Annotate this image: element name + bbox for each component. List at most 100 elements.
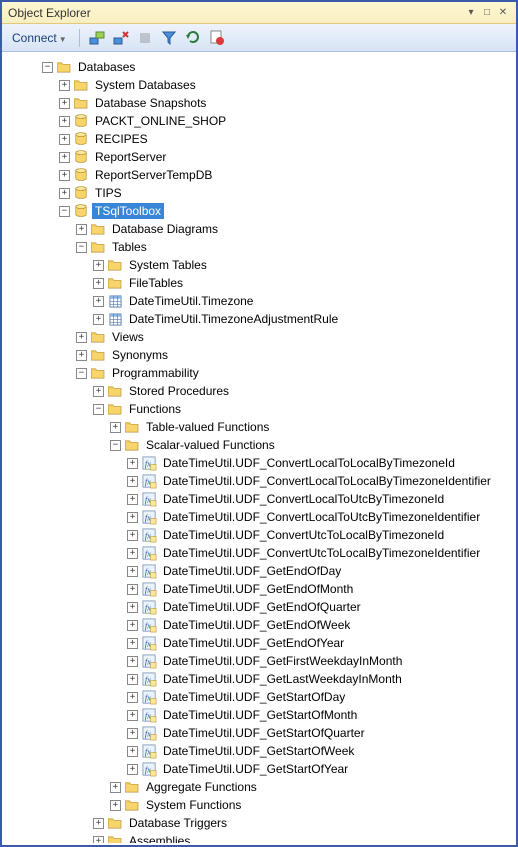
tree-node-tvf[interactable]: + Table-valued Functions <box>4 418 514 436</box>
maximize-icon[interactable]: □ <box>480 6 494 20</box>
tree-node-f8[interactable]: + DateTimeUtil.UDF_GetEndOfMonth <box>4 580 514 598</box>
tree-node-systables[interactable]: +System Tables <box>4 256 514 274</box>
tree-node-label[interactable]: DateTimeUtil.UDF_ConvertLocalToUtcByTime… <box>160 491 447 507</box>
tree-node-rstemp[interactable]: +ReportServerTempDB <box>4 166 514 184</box>
expand-icon[interactable]: + <box>93 314 104 325</box>
expand-icon[interactable]: + <box>76 224 87 235</box>
expand-icon[interactable]: + <box>127 638 138 649</box>
tree-node-label[interactable]: DateTimeUtil.UDF_ConvertLocalToUtcByTime… <box>160 509 483 525</box>
tree-node-snaps[interactable]: + Database Snapshots <box>4 94 514 112</box>
tree-node-label[interactable]: DateTimeUtil.UDF_GetEndOfMonth <box>160 581 356 597</box>
tree-node-label[interactable]: DateTimeUtil.UDF_GetStartOfWeek <box>160 743 357 759</box>
expand-icon[interactable]: + <box>127 746 138 757</box>
tree-node-f7[interactable]: + DateTimeUtil.UDF_GetEndOfDay <box>4 562 514 580</box>
tree-node-fn[interactable]: − Functions <box>4 400 514 418</box>
expand-icon[interactable]: + <box>127 512 138 523</box>
tree-node-label[interactable]: ReportServerTempDB <box>92 167 215 183</box>
tree-node-label[interactable]: DateTimeUtil.UDF_GetStartOfMonth <box>160 707 360 723</box>
expand-icon[interactable]: + <box>93 836 104 844</box>
expand-icon[interactable]: + <box>127 728 138 739</box>
expand-icon[interactable]: + <box>127 620 138 631</box>
tree-node-f12[interactable]: + DateTimeUtil.UDF_GetFirstWeekdayInMonth <box>4 652 514 670</box>
tree-node-diag[interactable]: + Database Diagrams <box>4 220 514 238</box>
expand-icon[interactable]: + <box>93 818 104 829</box>
tree-node-label[interactable]: Assemblies <box>126 833 193 843</box>
tree-node-f13[interactable]: +DateTimeUtil.UDF_GetLastWeekdayInMonth <box>4 670 514 688</box>
tree-node-rs[interactable]: + ReportServer <box>4 148 514 166</box>
expand-icon[interactable]: + <box>127 494 138 505</box>
expand-icon[interactable]: + <box>59 134 70 145</box>
tree-node-label[interactable]: Scalar-valued Functions <box>143 437 278 453</box>
expand-icon[interactable]: + <box>127 476 138 487</box>
tree-node-label[interactable]: DateTimeUtil.UDF_GetStartOfYear <box>160 761 351 777</box>
expand-icon[interactable]: + <box>127 530 138 541</box>
tree-node-label[interactable]: DateTimeUtil.UDF_ConvertLocalToLocalByTi… <box>160 473 494 489</box>
dropdown-icon[interactable]: ▾ <box>464 6 478 20</box>
tree-node-dbtrig[interactable]: + Database Triggers <box>4 814 514 832</box>
expand-icon[interactable]: + <box>127 602 138 613</box>
tree-node-tables[interactable]: − Tables <box>4 238 514 256</box>
tree-view[interactable]: −Databases+System Databases+Database Sna… <box>4 54 514 843</box>
tree-node-label[interactable]: FileTables <box>126 275 186 291</box>
tree-node-label[interactable]: Functions <box>126 401 184 417</box>
tree-node-f14[interactable]: +DateTimeUtil.UDF_GetStartOfDay <box>4 688 514 706</box>
expand-icon[interactable]: + <box>127 566 138 577</box>
tree-node-label[interactable]: System Tables <box>126 257 210 273</box>
tree-node-label[interactable]: Aggregate Functions <box>143 779 260 795</box>
tree-node-label[interactable]: Tables <box>109 239 150 255</box>
tree-node-label[interactable]: Database Snapshots <box>92 95 209 111</box>
tree-node-syn[interactable]: +Synonyms <box>4 346 514 364</box>
tree-node-databases[interactable]: −Databases <box>4 58 514 76</box>
tree-node-f17[interactable]: + DateTimeUtil.UDF_GetStartOfWeek <box>4 742 514 760</box>
expand-icon[interactable]: + <box>127 656 138 667</box>
expand-icon[interactable]: + <box>127 584 138 595</box>
collapse-icon[interactable]: − <box>42 62 53 73</box>
tree-node-label[interactable]: RECIPES <box>92 131 151 147</box>
collapse-icon[interactable]: − <box>110 440 121 451</box>
disconnect-icon[interactable] <box>112 29 130 47</box>
expand-icon[interactable]: + <box>59 152 70 163</box>
tree-node-tzrule[interactable]: + DateTimeUtil.TimezoneAdjustmentRule <box>4 310 514 328</box>
collapse-icon[interactable]: − <box>93 404 104 415</box>
tree-node-tips[interactable]: +TIPS <box>4 184 514 202</box>
expand-icon[interactable]: + <box>110 800 121 811</box>
tree-node-asm[interactable]: + Assemblies <box>4 832 514 843</box>
tree-node-label[interactable]: DateTimeUtil.UDF_ConvertUtcToLocalByTime… <box>160 545 483 561</box>
expand-icon[interactable]: + <box>110 782 121 793</box>
tree-node-f2[interactable]: + DateTimeUtil.UDF_ConvertLocalToLocalByT… <box>4 472 514 490</box>
tree-node-label[interactable]: TIPS <box>92 185 125 201</box>
close-icon[interactable]: ✕ <box>496 6 510 20</box>
tree-node-label[interactable]: DateTimeUtil.UDF_ConvertLocalToLocalByTi… <box>160 455 458 471</box>
tree-node-views[interactable]: +Views <box>4 328 514 346</box>
expand-icon[interactable]: + <box>59 80 70 91</box>
tree-node-tsql[interactable]: −TSqlToolbox <box>4 202 514 220</box>
tree-node-recipes[interactable]: + RECIPES <box>4 130 514 148</box>
tree-node-label[interactable]: DateTimeUtil.UDF_GetEndOfDay <box>160 563 344 579</box>
tree-node-label[interactable]: DateTimeUtil.UDF_GetEndOfQuarter <box>160 599 364 615</box>
tree-node-label[interactable]: Database Triggers <box>126 815 230 831</box>
tree-node-prog[interactable]: −Programmability <box>4 364 514 382</box>
collapse-icon[interactable]: − <box>76 368 87 379</box>
tree-node-packt[interactable]: +PACKT_ONLINE_SHOP <box>4 112 514 130</box>
tree-node-label[interactable]: DateTimeUtil.Timezone <box>126 293 256 309</box>
expand-icon[interactable]: + <box>110 422 121 433</box>
tree-node-label[interactable]: ReportServer <box>92 149 169 165</box>
expand-icon[interactable]: + <box>76 350 87 361</box>
tree-node-f18[interactable]: +DateTimeUtil.UDF_GetStartOfYear <box>4 760 514 778</box>
tree-node-sp[interactable]: +Stored Procedures <box>4 382 514 400</box>
expand-icon[interactable]: + <box>59 98 70 109</box>
tree-node-label[interactable]: Database Diagrams <box>109 221 221 237</box>
collapse-icon[interactable]: − <box>76 242 87 253</box>
tree-node-filetables[interactable]: +FileTables <box>4 274 514 292</box>
tree-node-label[interactable]: Table-valued Functions <box>143 419 272 435</box>
expand-icon[interactable]: + <box>127 710 138 721</box>
expand-icon[interactable]: + <box>127 458 138 469</box>
connect-object-icon[interactable] <box>88 29 106 47</box>
tree-node-label[interactable]: DateTimeUtil.UDF_GetFirstWeekdayInMonth <box>160 653 405 669</box>
refresh-icon[interactable] <box>184 29 202 47</box>
tree-node-label[interactable]: DateTimeUtil.UDF_GetLastWeekdayInMonth <box>160 671 405 687</box>
tree-node-f10[interactable]: +DateTimeUtil.UDF_GetEndOfWeek <box>4 616 514 634</box>
tree-node-f16[interactable]: + DateTimeUtil.UDF_GetStartOfQuarter <box>4 724 514 742</box>
tree-node-label[interactable]: DateTimeUtil.UDF_GetStartOfQuarter <box>160 725 368 741</box>
tree-node-label[interactable]: DateTimeUtil.TimezoneAdjustmentRule <box>126 311 341 327</box>
